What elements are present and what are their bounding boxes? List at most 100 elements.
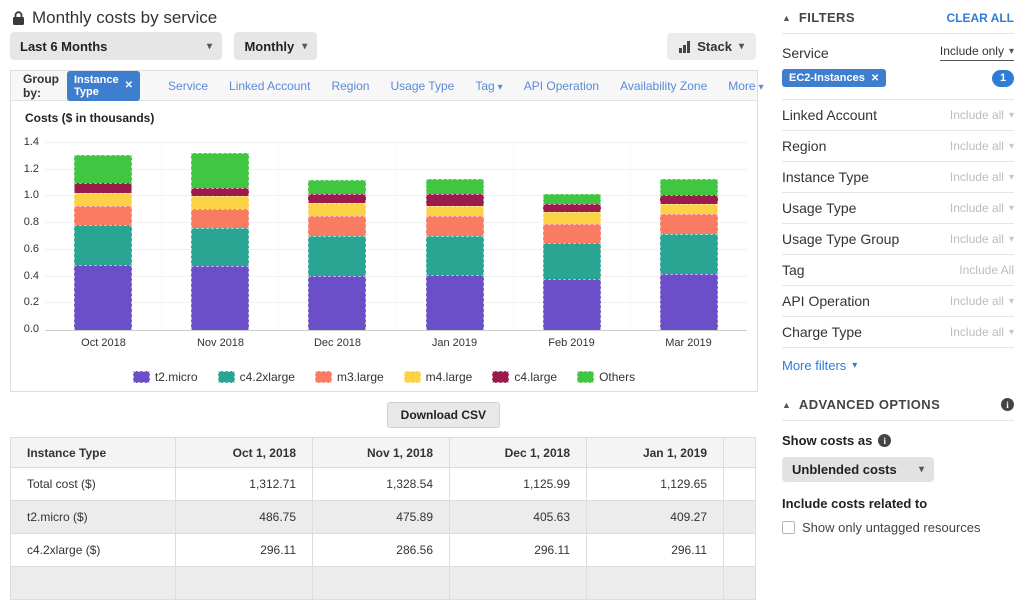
filter-row-usage-type-group[interactable]: Usage Type Group Include all ▾ (782, 224, 1014, 255)
granularity-dropdown[interactable]: Monthly ▾ (234, 32, 318, 60)
filter-row-linked-account[interactable]: Linked Account Include all ▾ (782, 100, 1014, 131)
bar-segment-m4.large[interactable] (659, 203, 718, 215)
close-icon[interactable]: ✕ (125, 80, 133, 91)
bar-segment-t2.micro[interactable] (425, 275, 484, 330)
bar-segment-others[interactable] (74, 154, 133, 184)
filter-value: Include all (949, 139, 1004, 153)
table-cell: c4.2xlarge ($) (10, 533, 176, 567)
bar-segment-c4.large[interactable] (659, 194, 718, 204)
bar-segment-c4.large[interactable] (542, 203, 601, 213)
bar-segment-c4.2xlarge[interactable] (191, 228, 250, 267)
service-chip-ec2-instances[interactable]: EC2-Instances ✕ (782, 69, 887, 87)
filter-row-api-operation[interactable]: API Operation Include all ▾ (782, 286, 1014, 317)
bar-segment-t2.micro[interactable] (542, 279, 601, 330)
date-range-dropdown[interactable]: Last 6 Months ▾ (10, 32, 222, 60)
filter-value-dropdown[interactable]: Include all ▾ (950, 108, 1014, 122)
bar-segment-m4.large[interactable] (542, 212, 601, 225)
table-row: Total cost ($) 1,312.71 1,328.54 1,125.99 1,… (10, 467, 756, 501)
filter-row-usage-type[interactable]: Usage Type Include all ▾ (782, 193, 1014, 224)
filter-value-dropdown[interactable]: Include all ▾ (950, 294, 1014, 308)
filter-value-dropdown[interactable]: Include all ▾ (950, 170, 1014, 184)
table-cell: 296.11 (175, 533, 313, 567)
filter-value-dropdown[interactable]: Include all ▾ (950, 325, 1014, 339)
filter-value-dropdown[interactable]: Include all ▾ (950, 201, 1014, 215)
bar-segment-t2.micro[interactable] (659, 273, 718, 330)
legend-item-others[interactable]: Others (577, 370, 635, 384)
bar-segment-t2.micro[interactable] (308, 275, 367, 330)
info-icon[interactable]: i (878, 434, 892, 447)
legend-label: Others (599, 370, 636, 384)
info-icon[interactable]: i (1001, 398, 1014, 411)
bar-segment-c4.large[interactable] (191, 187, 250, 197)
bar-segment-m3.large[interactable] (191, 209, 250, 229)
chart-columns (45, 143, 747, 330)
cost-type-dropdown[interactable]: Unblended costs ▾ (782, 457, 934, 482)
bar-segment-c4.2xlarge[interactable] (659, 233, 718, 274)
bar-segment-m4.large[interactable] (425, 205, 484, 216)
filters-header[interactable]: ▲ FILTERS CLEAR ALL (782, 0, 1014, 34)
bar-segment-m4.large[interactable] (74, 192, 133, 206)
group-by-option-availability-zone[interactable]: Availability Zone (620, 79, 707, 93)
stacked-bar (74, 154, 133, 330)
legend-item-m4.large[interactable]: m4.large (403, 370, 472, 384)
table-cell: 1,328.54 (312, 467, 450, 501)
legend-item-c4.large[interactable]: c4.large (492, 370, 557, 384)
chart-style-dropdown[interactable]: Stack ▾ (667, 33, 756, 60)
caret-down-icon: ▾ (302, 40, 308, 52)
bar-segment-m4.large[interactable] (308, 202, 367, 217)
bar-segment-m3.large[interactable] (308, 216, 367, 237)
group-by-option-usage-type[interactable]: Usage Type (390, 79, 454, 93)
close-icon[interactable]: ✕ (871, 73, 879, 84)
filter-row-tag[interactable]: Tag Include All (782, 255, 1014, 286)
filter-value-dropdown[interactable]: Include all ▾ (950, 139, 1014, 153)
group-by-option-tag[interactable]: Tag ▾ (475, 79, 502, 93)
y-axis-tick-label: 0.2 (23, 296, 39, 309)
bar-segment-others[interactable] (425, 179, 484, 194)
more-filters-link[interactable]: More filters ▾ (782, 348, 1014, 385)
bar-segment-t2.micro[interactable] (191, 266, 250, 330)
bar-segment-t2.micro[interactable] (74, 264, 133, 330)
filter-value-dropdown[interactable]: Include all ▾ (950, 232, 1014, 246)
filter-label: Linked Account (782, 107, 877, 123)
filter-row-instance-type[interactable]: Instance Type Include all ▾ (782, 162, 1014, 193)
bar-segment-c4.large[interactable] (308, 193, 367, 203)
bar-segment-others[interactable] (542, 193, 601, 204)
date-range-value: Last 6 Months (20, 38, 108, 54)
group-by-chip-instance-type[interactable]: Instance Type ✕ (67, 70, 141, 101)
bar-segment-c4.2xlarge[interactable] (425, 235, 484, 276)
bar-segment-m3.large[interactable] (542, 224, 601, 243)
untagged-checkbox[interactable] (782, 521, 795, 534)
bar-segment-c4.large[interactable] (74, 183, 133, 193)
bar-segment-c4.2xlarge[interactable] (308, 236, 367, 276)
filter-label: Usage Type Group (782, 231, 900, 247)
legend-item-c4.2xlarge[interactable]: c4.2xlarge (217, 370, 295, 384)
group-by-option-linked-account[interactable]: Linked Account (229, 79, 310, 93)
filter-row-charge-type[interactable]: Charge Type Include all ▾ (782, 317, 1014, 348)
clear-all-link[interactable]: CLEAR ALL (946, 11, 1014, 25)
bar-segment-m3.large[interactable] (425, 215, 484, 236)
service-mode-dropdown[interactable]: Include only ▾ (939, 44, 1014, 61)
bar-segment-m4.large[interactable] (191, 196, 250, 210)
download-csv-button[interactable]: Download CSV (386, 402, 500, 428)
legend-item-m3.large[interactable]: m3.large (314, 370, 384, 384)
bar-segment-m3.large[interactable] (659, 214, 718, 234)
table-cell-empty (723, 467, 756, 501)
group-by-option-region[interactable]: Region (331, 79, 369, 93)
legend-item-t2.micro[interactable]: t2.micro (132, 370, 198, 384)
stacked-bar (542, 193, 601, 330)
advanced-options-header[interactable]: ▲ ADVANCED OPTIONS i (782, 385, 1014, 421)
table-cell-empty (723, 533, 756, 567)
bar-segment-others[interactable] (191, 152, 250, 188)
bar-segment-others[interactable] (308, 179, 367, 194)
bar-segment-others[interactable] (659, 179, 718, 195)
bar-segment-c4.2xlarge[interactable] (74, 225, 133, 265)
bar-segment-m3.large[interactable] (74, 205, 133, 226)
bar-segment-c4.2xlarge[interactable] (542, 242, 601, 280)
group-by-more-dropdown[interactable]: More ▾ (728, 79, 763, 93)
filter-value-dropdown[interactable]: Include All (959, 263, 1014, 277)
filter-row-region[interactable]: Region Include all ▾ (782, 131, 1014, 162)
group-by-option-api-operation[interactable]: API Operation (524, 79, 599, 93)
group-by-option-service[interactable]: Service (168, 79, 208, 93)
bar-segment-c4.large[interactable] (425, 193, 484, 206)
filter-label: Instance Type (782, 169, 869, 185)
